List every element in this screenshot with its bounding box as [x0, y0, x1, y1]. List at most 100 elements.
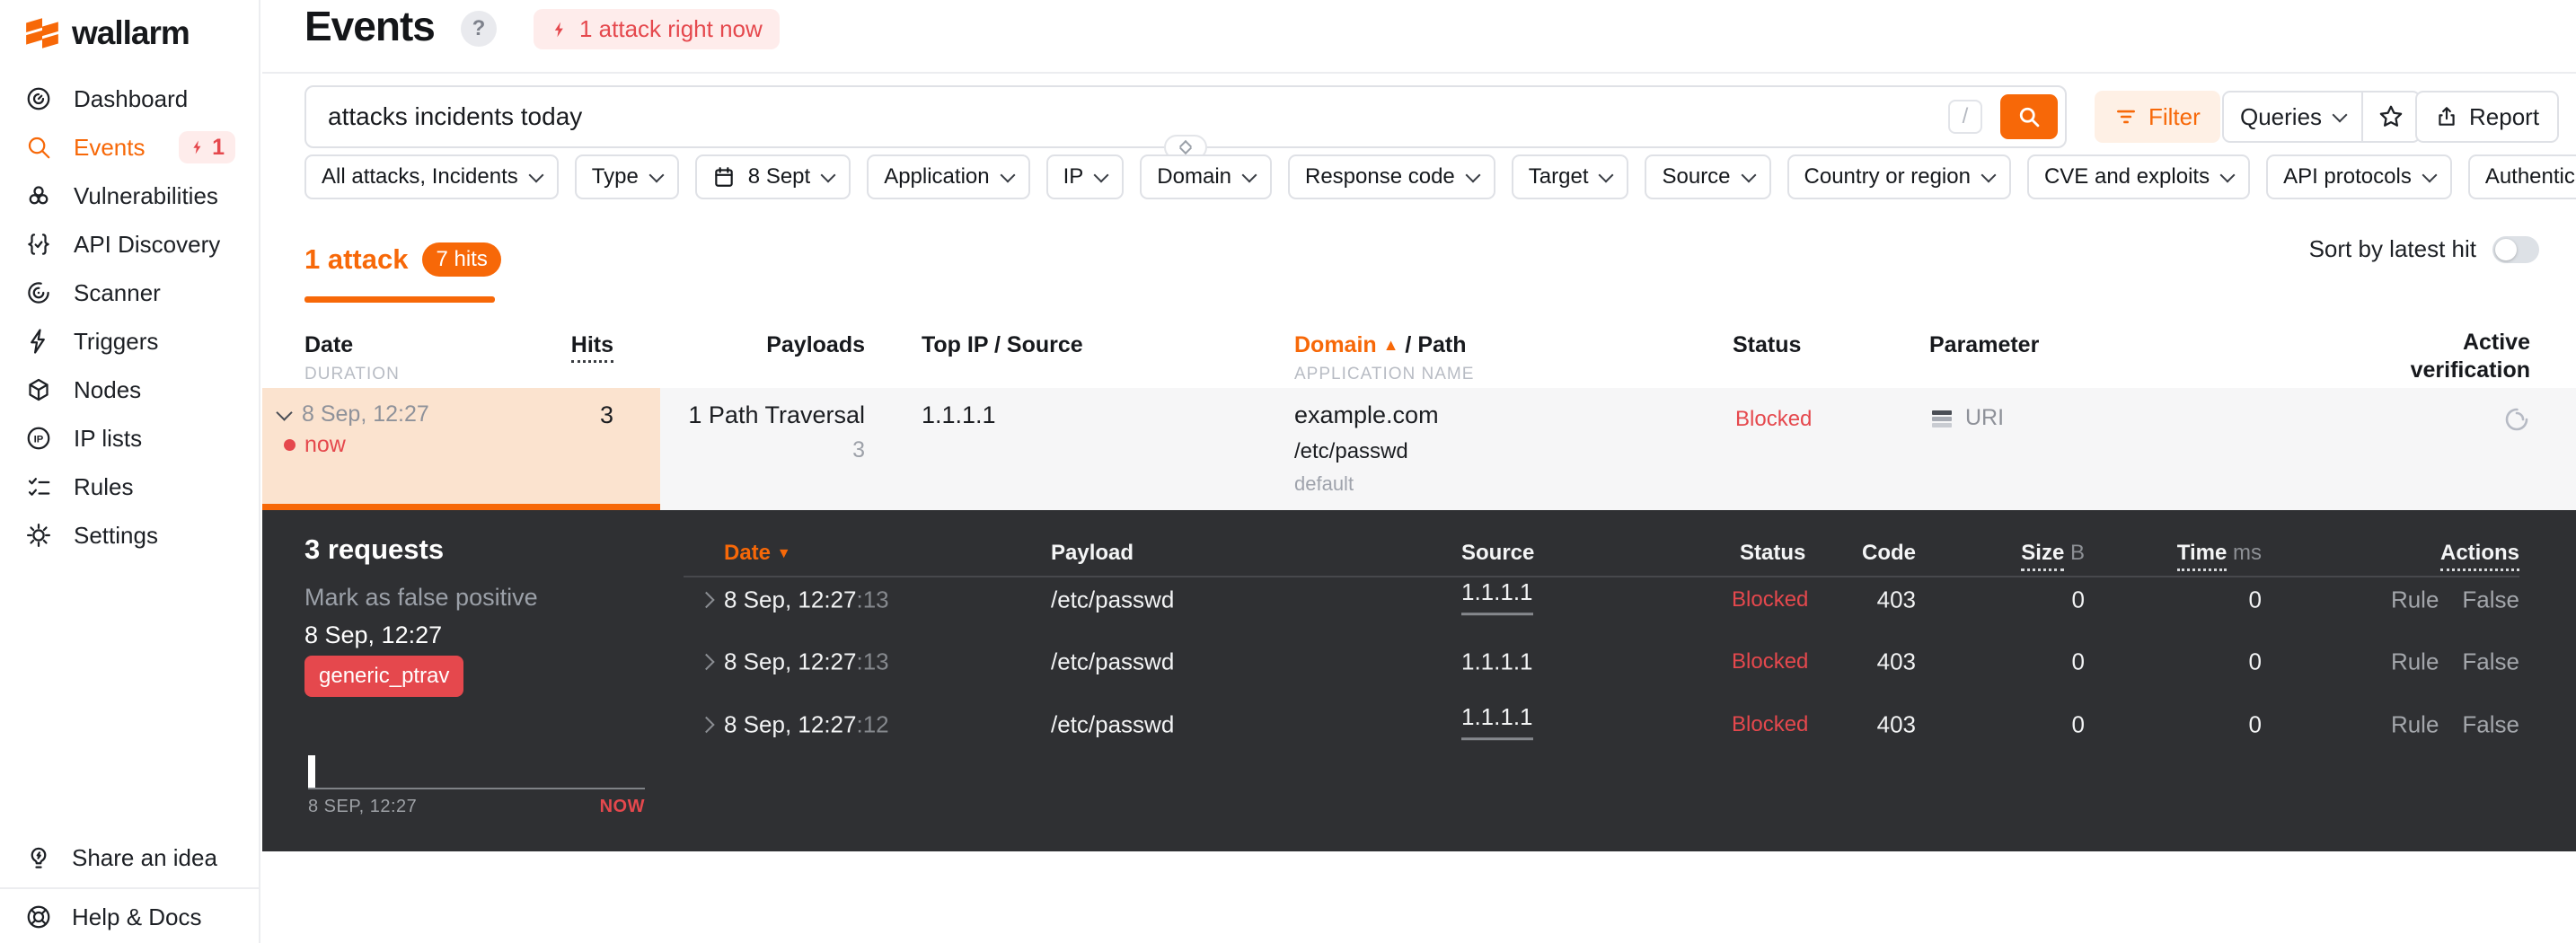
active-tab-indicator — [304, 296, 495, 303]
live-attack-badge[interactable]: 1 attack right now — [534, 9, 780, 49]
request-source[interactable]: 1.1.1.1 — [1461, 578, 1533, 616]
filter-chip-cve[interactable]: CVE and exploits — [2026, 154, 2251, 199]
request-source[interactable]: 1.1.1.1 — [1461, 648, 1533, 676]
request-date: 8 Sep, 12:27:12 — [724, 710, 889, 738]
calendar-icon — [715, 167, 733, 187]
queries-dropdown[interactable]: Queries — [2224, 93, 2364, 141]
sidebar-item-ip-lists[interactable]: IP IP lists — [0, 414, 259, 463]
chevron-down-icon — [648, 167, 665, 182]
sidebar-item-rules[interactable]: Rules — [0, 463, 259, 511]
false-action[interactable]: False — [2462, 711, 2519, 739]
request-row[interactable]: 8 Sep, 12:27:13 /etc/passwd 1.1.1.1 Bloc… — [262, 640, 2576, 683]
request-time: 0 — [2248, 710, 2262, 738]
req-col-actions-sortable[interactable]: Actions — [2439, 541, 2519, 571]
ip-circle-icon: IP — [23, 425, 54, 452]
rule-action[interactable]: Rule — [2391, 648, 2439, 676]
request-status: Blocked — [1732, 587, 1809, 612]
wallarm-logo[interactable]: wallarm — [23, 14, 190, 52]
request-actions: Rule False — [2391, 586, 2519, 614]
filter-chip-date[interactable]: 8 Sept — [694, 154, 851, 199]
col-domain-path-sortable[interactable]: Domain ▲ / Path — [1294, 332, 1467, 358]
filter-chip-application[interactable]: Application — [867, 154, 1030, 199]
req-col-time-sortable[interactable]: Time ms — [2145, 541, 2262, 571]
favorite-star-button[interactable] — [2363, 93, 2419, 141]
collapse-chevron-icon[interactable] — [276, 404, 293, 421]
tab-attacks[interactable]: 1 attack 7 hits — [304, 242, 501, 277]
filter-chip-response-code[interactable]: Response code — [1288, 154, 1495, 199]
queries-label: Queries — [2240, 102, 2323, 130]
request-payload: /etc/passwd — [1051, 710, 1175, 738]
sidebar-item-events[interactable]: Events 1 — [0, 123, 259, 172]
filter-chip-country[interactable]: Country or region — [1786, 154, 2011, 199]
col-hits-sortable[interactable]: Hits — [484, 332, 613, 363]
sidebar-item-scanner[interactable]: Scanner — [0, 269, 259, 317]
request-time: 0 — [2248, 648, 2262, 675]
sidebar-item-dashboard[interactable]: Dashboard — [0, 75, 259, 123]
help-icon[interactable] — [461, 11, 497, 47]
sidebar-item-nodes[interactable]: Nodes — [0, 366, 259, 414]
chip-label: Response code — [1305, 164, 1455, 189]
sidebar: wallarm Dashboard Events 1 Vulnerabiliti… — [0, 0, 260, 943]
sort-asc-icon: ▲ — [1382, 336, 1399, 354]
search-input[interactable] — [326, 90, 1910, 144]
rule-action[interactable]: Rule — [2391, 711, 2439, 739]
rule-action[interactable]: Rule — [2391, 586, 2439, 614]
search-icon — [23, 134, 54, 161]
filter-button[interactable]: Filter — [2095, 91, 2220, 143]
filter-chip-authentication[interactable]: Authentication — [2467, 154, 2576, 199]
sidebar-item-settings[interactable]: Settings — [0, 511, 259, 560]
request-status: Blocked — [1732, 712, 1809, 736]
sort-label: Sort by latest hit — [2308, 235, 2476, 262]
filter-chip-ip[interactable]: IP — [1045, 154, 1125, 199]
expand-chevron-icon[interactable] — [698, 591, 715, 609]
filter-chip-api-protocols[interactable]: API protocols — [2266, 154, 2452, 199]
col-active-verification: Active verification — [2410, 330, 2530, 383]
attack-details-panel: 3 requests Mark as false positive 8 Sep,… — [262, 510, 2576, 851]
sidebar-item-help-docs[interactable]: Help & Docs — [0, 893, 259, 941]
false-action[interactable]: False — [2462, 648, 2519, 676]
filter-chip-target[interactable]: Target — [1511, 154, 1629, 199]
request-source[interactable]: 1.1.1.1 — [1461, 703, 1533, 741]
chip-label: Authentication — [2484, 164, 2576, 189]
checklist-icon — [23, 473, 54, 500]
filter-chip-source[interactable]: Source — [1645, 154, 1771, 199]
sidebar-item-triggers[interactable]: Triggers — [0, 317, 259, 366]
attack-parameter: URI — [1965, 405, 2005, 430]
sidebar-item-label: Scanner — [74, 278, 161, 306]
false-action[interactable]: False — [2462, 586, 2519, 614]
expand-chevron-icon[interactable] — [698, 716, 715, 734]
chevron-down-icon — [1981, 167, 1997, 182]
attack-application: default — [1294, 472, 1354, 495]
main-content: Events 1 attack right now / Filter Queri… — [262, 0, 2576, 943]
sort-toggle[interactable] — [2492, 235, 2539, 263]
sidebar-item-label: Settings — [74, 521, 158, 549]
sidebar-item-api-discovery[interactable]: API Discovery — [0, 220, 259, 269]
attack-top-ip: 1.1.1.1 — [922, 401, 996, 428]
bolt-icon — [554, 22, 563, 37]
spiral-icon — [23, 279, 54, 306]
attack-domain: example.com — [1294, 401, 1439, 428]
chip-label: API protocols — [2283, 164, 2412, 189]
sidebar-divider — [0, 887, 259, 889]
search-button[interactable] — [2000, 94, 2058, 139]
req-col-size-sortable[interactable]: Size B — [1968, 541, 2085, 571]
chevron-down-icon — [1000, 167, 1016, 182]
request-actions: Rule False — [2391, 648, 2519, 676]
request-row[interactable]: 8 Sep, 12:27:13 /etc/passwd 1.1.1.1 Bloc… — [262, 578, 2576, 621]
report-button[interactable]: Report — [2415, 91, 2560, 143]
search-box: / — [304, 85, 2067, 160]
filter-chip-attacks-incidents[interactable]: All attacks, Incidents — [304, 154, 559, 199]
hits-badge: 7 hits — [422, 242, 501, 277]
request-size: 0 — [2071, 710, 2085, 738]
active-verification-spinner-icon[interactable] — [2503, 406, 2530, 433]
chip-label: Domain — [1157, 164, 1231, 189]
expand-chevron-icon[interactable] — [698, 653, 715, 671]
page-title: Events — [304, 3, 436, 49]
filter-chip-type[interactable]: Type — [574, 154, 679, 199]
filter-chip-domain[interactable]: Domain — [1140, 154, 1272, 199]
req-col-date-sortable[interactable]: Date ▼ — [724, 541, 791, 566]
attack-row[interactable]: 8 Sep, 12:27 now 3 1 Path Traversal 3 1.… — [262, 388, 2576, 510]
sidebar-item-vulnerabilities[interactable]: Vulnerabilities — [0, 172, 259, 220]
sidebar-item-share-idea[interactable]: Share an idea — [0, 833, 259, 882]
request-row[interactable]: 8 Sep, 12:27:12 /etc/passwd 1.1.1.1 Bloc… — [262, 703, 2576, 746]
